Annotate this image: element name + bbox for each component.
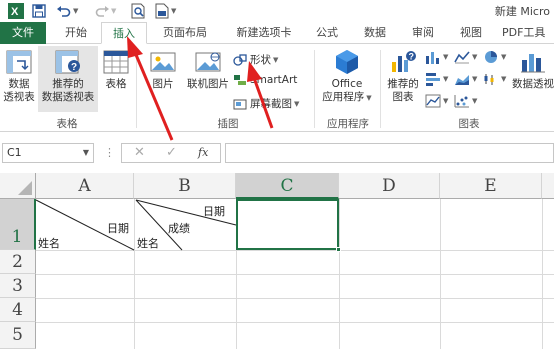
tab-view[interactable]: 视图 [452, 22, 490, 44]
excel-logo-icon: X [8, 3, 24, 19]
cell-b1-score: 成绩 [168, 222, 190, 235]
tab-page-layout[interactable]: 页面布局 [154, 22, 216, 44]
tab-formulas[interactable]: 公式 [308, 22, 346, 44]
undo-dropdown-icon[interactable]: ▼ [73, 3, 78, 19]
redo-icon[interactable] [94, 3, 110, 19]
insert-function-icon[interactable]: fx [198, 146, 208, 159]
group-separator [136, 50, 137, 128]
formula-buttons: ✕ ✓ fx [121, 143, 221, 163]
shapes-button[interactable]: 形状 ▼ [233, 52, 278, 67]
title-bar: X ▼ ▼ ▼ 新建 Micro [0, 0, 554, 22]
pivot-chart-icon [519, 48, 547, 76]
pivot-table-icon [5, 48, 33, 76]
fill-handle[interactable] [336, 247, 341, 252]
undo-icon[interactable] [56, 3, 72, 19]
drag-handle-icon[interactable]: ⋮ [104, 146, 115, 159]
recommended-charts-button[interactable]: ? 推荐的 图表 [384, 48, 422, 104]
tab-home[interactable]: 开始 [54, 22, 98, 44]
bar-chart-icon[interactable]: ▼ [425, 72, 448, 86]
area-chart-icon[interactable]: ▼ [454, 72, 477, 86]
table-button[interactable]: 表格 [100, 48, 132, 91]
tab-file[interactable]: 文件 [0, 22, 46, 44]
online-picture-icon [194, 48, 222, 76]
pie-chart-icon[interactable]: ▼ [483, 50, 506, 64]
cell-b1-date: 日期 [203, 205, 225, 218]
customize-toolbar-icon[interactable]: ▼ [171, 3, 176, 19]
recommended-pivot-table-button[interactable]: ? 推荐的 数据透视表 [38, 46, 98, 112]
name-box-dropdown-icon[interactable]: ▼ [83, 144, 89, 162]
pictures-button[interactable]: 图片 [146, 48, 180, 91]
online-pictures-button[interactable]: 联机图片 [182, 48, 234, 91]
group-separator [380, 50, 381, 128]
tab-insert[interactable]: 插入 [101, 22, 147, 44]
combo-chart-icon[interactable]: ▼ [425, 94, 448, 108]
shapes-icon [233, 53, 247, 66]
svg-text:?: ? [71, 62, 77, 73]
group-label-charts: 图表 [458, 118, 480, 130]
smartart-button[interactable]: SmartArt [233, 74, 297, 86]
app-title: 新建 Micro [494, 5, 550, 18]
redo-dropdown-icon[interactable]: ▼ [111, 3, 116, 19]
cell-b1-name: 姓名 [137, 237, 159, 250]
pivot-table-button[interactable]: 数据 透视表 [2, 48, 36, 104]
name-box[interactable]: C1 ▼ [2, 143, 94, 163]
selected-cell-c1[interactable] [236, 199, 341, 252]
ribbon-insert: 数据 透视表 ? 推荐的 数据透视表 表格 表格 图片 联机图片 形状 ▼ Sm… [0, 44, 554, 132]
group-label-tables: 表格 [56, 118, 78, 130]
picture-icon [149, 48, 177, 76]
recommended-charts-icon: ? [389, 48, 417, 76]
pivot-chart-button[interactable]: 数据透视 [512, 48, 554, 91]
cell-a1-date: 日期 [107, 222, 129, 235]
group-label-illustrations: 插图 [217, 118, 239, 130]
smartart-icon [233, 74, 247, 86]
enter-check-icon[interactable]: ✓ [166, 145, 177, 160]
formula-input[interactable] [225, 143, 554, 163]
screenshot-button[interactable]: 屏幕截图 ▼ [233, 96, 299, 111]
screenshot-icon [233, 98, 247, 110]
cell-a1-name: 姓名 [38, 237, 60, 250]
recommended-pivot-icon: ? [54, 48, 82, 76]
column-chart-icon[interactable]: ▼ [425, 50, 448, 64]
table-icon [102, 48, 130, 76]
ribbon-tabs: 文件 开始 插入 页面布局 新建选项卡 公式 数据 审阅 视图 PDF工具 [0, 22, 554, 44]
stock-chart-icon[interactable]: ▼ [483, 72, 506, 86]
office-store-icon [333, 48, 361, 76]
tab-review[interactable]: 审阅 [404, 22, 442, 44]
tab-new-tab[interactable]: 新建选项卡 [226, 22, 302, 44]
save-icon[interactable] [32, 3, 46, 19]
line-chart-icon[interactable]: ▼ [454, 50, 477, 64]
svg-text:?: ? [409, 52, 415, 62]
print-preview-icon[interactable] [131, 3, 145, 19]
svg-text:X: X [11, 6, 19, 18]
group-label-apps: 应用程序 [327, 118, 369, 130]
new-file-icon[interactable] [155, 3, 169, 19]
office-apps-button[interactable]: Office 应用程序 ▼ [318, 48, 376, 105]
group-separator [314, 50, 315, 128]
tab-data[interactable]: 数据 [356, 22, 394, 44]
cancel-icon[interactable]: ✕ [134, 145, 145, 160]
tab-pdf-tools[interactable]: PDF工具 [502, 22, 554, 44]
worksheet-grid: A B C D E 1 2 3 4 5 日期 姓名 日期 成绩 姓名 [0, 173, 554, 349]
formula-bar: C1 ▼ ⋮ ✕ ✓ fx [0, 133, 554, 169]
scatter-chart-icon[interactable]: ▼ [454, 94, 477, 108]
